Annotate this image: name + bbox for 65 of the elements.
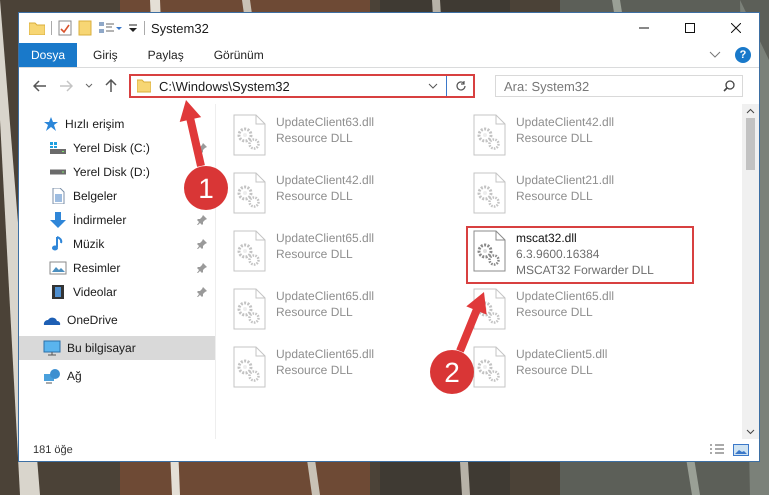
up-arrow-icon[interactable] [105,79,117,93]
file-icon [232,114,266,156]
callout-arrow [180,100,205,167]
window-title: System32 [151,20,209,36]
file-icon [232,346,266,388]
ribbon-tab[interactable]: Giriş [79,43,132,67]
nav-item[interactable]: İndirmeler [49,208,130,232]
download-icon [49,212,67,228]
pin-icon[interactable] [197,239,207,249]
large-icons-view-icon[interactable] [733,444,749,456]
number-badge: 1 [184,166,228,210]
dropdown-icon[interactable] [128,23,138,33]
drive-icon [49,141,67,155]
pin-icon[interactable] [197,215,207,225]
nav-item[interactable]: OneDrive [19,308,215,332]
expand-ribbon-icon[interactable] [709,51,721,59]
file-icon [472,114,506,156]
close-icon [731,23,741,33]
file-item[interactable]: mscat32.dll 6.3.9600.16384 MSCAT32 Forwarder DLL [466,226,694,284]
search-icon[interactable] [723,80,735,92]
nav-item[interactable]: Resimler [49,256,124,280]
file-icon [232,172,266,214]
file-icon [472,230,506,272]
scroll-thumb[interactable] [746,118,755,170]
nav-item[interactable]: Hızlı erişim [19,112,215,136]
scroll-up-icon[interactable] [746,108,755,114]
ribbon-tab[interactable]: Dosya [19,43,77,67]
pin-icon[interactable] [197,287,207,297]
file-icon [472,346,506,388]
monitor-icon [43,340,61,356]
film-icon [49,284,67,300]
back-arrow-icon[interactable] [33,80,47,92]
drive-icon [49,169,67,175]
callout-arrow [456,292,487,352]
nav-item[interactable]: Yerel Disk (C:) [49,136,154,160]
view-options-icon[interactable] [98,21,122,35]
nav-item[interactable]: Müzik [49,232,108,256]
image-icon [49,260,67,276]
details-view-icon[interactable] [709,444,725,456]
ribbon-tab[interactable]: Paylaş [134,43,198,67]
search-field[interactable]: Ara: System32 [495,75,743,97]
nav-item[interactable]: Yerel Disk (D:) [49,160,154,184]
address-bar[interactable]: C:\Windows\System32 [129,74,475,98]
nav-item[interactable]: Belgeler [49,184,122,208]
refresh-icon[interactable] [455,80,467,92]
scrollbar[interactable] [742,104,759,439]
star-icon [43,116,59,132]
number-badge: 2 [430,350,474,394]
dropdown-icon[interactable] [428,83,438,89]
help-icon[interactable]: ? [735,47,751,63]
pin-icon[interactable] [197,263,207,273]
recent-dropdown-icon[interactable] [85,83,93,89]
file-icon [232,288,266,330]
nav-item[interactable]: Ağ [19,364,215,388]
item-count: 181 öğe [33,444,73,456]
ribbon-tab[interactable]: Görünüm [200,43,278,67]
nav-item[interactable]: Videolar [49,280,121,304]
maximize-icon [685,23,695,33]
scroll-down-icon[interactable] [746,429,755,435]
network-icon [43,368,61,384]
properties-icon[interactable] [58,20,72,36]
file-icon [232,230,266,272]
nav-item[interactable]: Bu bilgisayar [19,336,215,360]
file-icon [472,172,506,214]
folder-icon [137,79,151,93]
